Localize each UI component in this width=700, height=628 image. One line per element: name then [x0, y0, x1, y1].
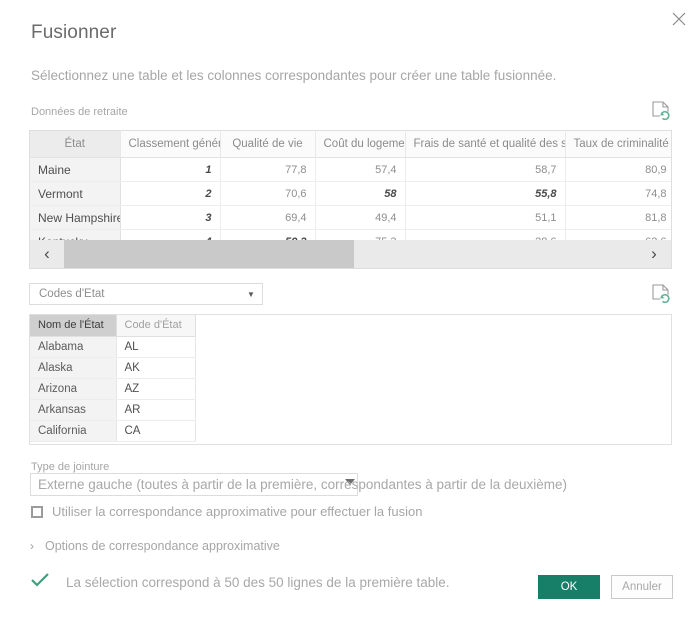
table2-body: Alabama AL Alaska AK Arizona AZ Arkansas…: [30, 336, 196, 442]
table1-col-qualite[interactable]: Qualité de vie: [220, 130, 316, 158]
ok-button[interactable]: OK: [538, 575, 600, 599]
match-status: La sélection correspond à 50 des 50 lign…: [30, 572, 450, 593]
dialog-title: Fusionner: [31, 22, 117, 43]
table2-grid[interactable]: Nom de l'État Code d'État Alabama AL Ala…: [29, 314, 672, 445]
table-row[interactable]: Alabama AL: [30, 336, 196, 358]
fuzzy-match-label: Utiliser la correspondance approximative…: [52, 504, 423, 519]
cell-health: 51,1: [405, 205, 566, 230]
table-row[interactable]: Arkansas AR: [30, 399, 196, 421]
cell-qol: 70,6: [220, 181, 316, 206]
cell-state-code: CA: [116, 420, 196, 442]
table2-col-nom[interactable]: Nom de l'État: [30, 315, 117, 337]
cell-house: 57,4: [315, 157, 406, 182]
cell-state: Maine: [30, 157, 121, 182]
cell-state-name: Arkansas: [30, 399, 117, 421]
table-row[interactable]: Vermont 2 70,6 58 55,8 74,8: [30, 181, 671, 206]
table1-col-criminalite[interactable]: Taux de criminalité: [565, 130, 671, 158]
chevron-down-icon: [345, 479, 355, 485]
cell-state-code: AR: [116, 399, 196, 421]
table2-col-code[interactable]: Code d'État: [116, 315, 196, 337]
table2: Nom de l'État Code d'État Alabama AL Ala…: [30, 315, 196, 442]
cell-rank: 3: [120, 205, 221, 230]
cell-state-code: AZ: [116, 378, 196, 400]
table-row[interactable]: Maine 1 77,8 57,4 58,7 80,9: [30, 157, 671, 182]
dialog-subtitle: Sélectionnez une table et les colonnes c…: [31, 68, 557, 83]
table-row[interactable]: Arizona AZ: [30, 378, 196, 400]
close-icon[interactable]: [662, 4, 696, 34]
cell-state: Vermont: [30, 181, 121, 206]
table1-col-etat[interactable]: État: [30, 130, 121, 158]
table1-label: Données de retraite: [31, 106, 128, 118]
cell-state: New Hampshire: [30, 205, 121, 230]
table-row[interactable]: New Hampshire 3 69,4 49,4 51,1 81,8: [30, 205, 671, 230]
scroll-right-arrow-icon[interactable]: ›: [637, 240, 671, 268]
cell-state-code: AK: [116, 357, 196, 379]
chevron-down-icon: ▼: [247, 289, 255, 299]
chevron-right-icon: ›: [30, 539, 34, 553]
table2-header-row: Nom de l'État Code d'État: [30, 315, 196, 337]
cell-crime: 81,8: [565, 205, 671, 230]
cell-state-name: Alabama: [30, 336, 117, 358]
cell-rank: 1: [120, 157, 221, 182]
fuzzy-options-label: Options de correspondance approximative: [45, 539, 280, 553]
cell-state-name: Alaska: [30, 357, 117, 379]
cell-house: 58: [315, 181, 406, 206]
cell-house: 49,4: [315, 205, 406, 230]
scrollbar-thumb[interactable]: [64, 240, 354, 268]
cell-health: 58,7: [405, 157, 566, 182]
scroll-left-arrow-icon[interactable]: ‹: [30, 240, 64, 268]
fuzzy-options-expander[interactable]: › Options de correspondance approximativ…: [30, 539, 280, 553]
second-table-select-value: Codes d'État: [39, 288, 105, 300]
cell-qol: 77,8: [220, 157, 316, 182]
cell-crime: 74,8: [565, 181, 671, 206]
table1-header-row: État Classement général Qualité de vie C…: [30, 130, 671, 158]
cell-state-name: California: [30, 420, 117, 442]
checkbox-box: [31, 505, 43, 518]
fuzzy-match-checkbox[interactable]: Utiliser la correspondance approximative…: [31, 504, 422, 519]
cell-state-name: Arizona: [30, 378, 117, 400]
join-type-select[interactable]: [30, 473, 358, 496]
cell-state-code: AL: [116, 336, 196, 358]
page-refresh-icon[interactable]: [650, 100, 672, 124]
cell-rank: 2: [120, 181, 221, 206]
cell-qol: 69,4: [220, 205, 316, 230]
table-row[interactable]: Alaska AK: [30, 357, 196, 379]
table1-col-classement[interactable]: Classement général: [120, 130, 221, 158]
page-refresh-icon[interactable]: [650, 283, 672, 307]
table1-horizontal-scrollbar[interactable]: ‹ ›: [29, 240, 672, 268]
checkmark-icon: [30, 572, 50, 593]
second-table-select[interactable]: Codes d'État ▼: [29, 283, 263, 305]
cell-health: 55,8: [405, 181, 566, 206]
merge-dialog: Fusionner Sélectionnez une table et les …: [0, 0, 700, 628]
table1-col-cout[interactable]: Coût du logement: [315, 130, 406, 158]
table-row[interactable]: California CA: [30, 420, 196, 442]
scrollbar-track[interactable]: [64, 240, 637, 268]
cancel-button[interactable]: Annuler: [611, 575, 673, 599]
match-status-text: La sélection correspond à 50 des 50 lign…: [66, 575, 450, 590]
cell-crime: 80,9: [565, 157, 671, 182]
join-type-label: Type de jointure: [31, 461, 110, 473]
table1-col-sante[interactable]: Frais de santé et qualité des soins: [405, 130, 566, 158]
